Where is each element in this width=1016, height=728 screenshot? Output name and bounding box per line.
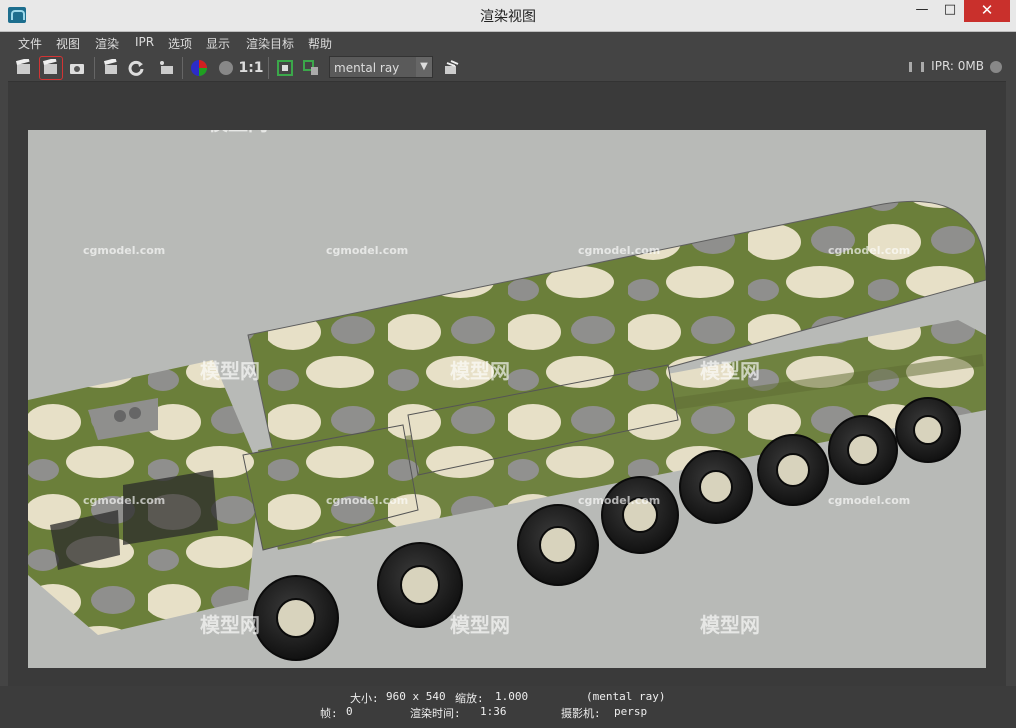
color-channels-icon[interactable] [188,57,210,79]
menu-file[interactable]: 文件 [18,35,42,52]
render-view-window: 渲染视图 — □ ✕ 文件 视图 渲染 IPR 选项 显示 渲染目标 帮助 1:… [0,0,1016,728]
menu-help[interactable]: 帮助 [308,35,332,52]
display-region-icon[interactable] [274,57,296,79]
menu-ipr[interactable]: IPR [135,35,154,49]
menu-render-target[interactable]: 渲染目标 [246,35,294,52]
ipr-memory-status: IPR: 0MB [909,59,1002,73]
renderer-select[interactable]: mental ray ▼ [329,56,433,78]
ipr-status-dot-icon [990,60,1002,73]
status-size-value: 960 x 540 [386,690,446,703]
menu-view[interactable]: 视图 [56,35,80,52]
camera-icon[interactable] [66,57,88,79]
toolbar-divider [94,57,95,79]
window-title: 渲染视图 [480,9,536,25]
alpha-channel-icon[interactable] [215,57,237,79]
watermark-site: cgmodel.com [326,244,408,257]
snapshot-icon[interactable] [39,56,63,80]
watermark-brand: 模型网 [700,613,760,637]
renderer-select-value: mental ray [334,61,400,75]
status-zoom-value: 1.000 [495,690,529,703]
settings-icon[interactable] [441,57,463,79]
menu-bar: 文件 视图 渲染 IPR 选项 显示 渲染目标 帮助 [8,32,1006,54]
watermark-site: cgmodel.com [828,494,910,507]
status-renderer: (mental ray) [586,690,666,703]
missile-launcher-render: 模型网 模型网 模型网 模型网 cgmodel.com cgmodel.com … [28,130,986,668]
menu-render[interactable]: 渲染 [95,35,119,52]
ipr-memory-text: IPR: 0MB [931,59,984,73]
watermark-site: cgmodel.com [828,244,910,257]
real-size-icon[interactable]: 1:1 [238,57,263,79]
status-frame-label: 帧: [320,707,338,720]
ipr-render-icon[interactable] [100,57,122,79]
menu-display[interactable]: 显示 [206,35,230,52]
watermark-site: cgmodel.com [83,494,165,507]
pause-icon[interactable] [909,61,925,72]
status-zoom-label: 缩放: [455,692,484,705]
render-viewport[interactable]: 模型网 模型网 模型网 模型网 cgmodel.com cgmodel.com … [8,82,1006,686]
watermark-brand: 模型网 [700,359,760,383]
status-camera-label: 摄影机: [561,707,601,720]
render-icon[interactable] [13,57,35,79]
watermark-site: cgmodel.com [326,494,408,507]
toolbar-divider [182,57,183,79]
watermark-brand: 模型网 [208,130,268,135]
title-bar: 渲染视图 — □ ✕ [0,0,1016,32]
watermark-brand: 模型网 [450,613,510,637]
watermark-site: cgmodel.com [578,494,660,507]
status-frame-value: 0 [346,705,353,718]
watermark-site: cgmodel.com [83,244,165,257]
status-size-label: 大小: [350,692,379,705]
status-time-value: 1:36 [480,705,507,718]
menu-options[interactable]: 选项 [168,35,192,52]
status-time-label: 渲染时间: [410,707,461,720]
minimize-button[interactable]: — [908,0,936,22]
toolbar-divider [268,57,269,79]
remove-image-icon[interactable] [300,57,322,79]
watermark-brand: 模型网 [200,359,260,383]
maximize-button[interactable]: □ [936,0,964,22]
keep-image-icon[interactable] [156,57,178,79]
watermark-brand: 模型网 [200,613,260,637]
render-toolbar: 1:1 mental ray ▼ IPR: 0MB [8,54,1006,82]
watermark-brand: 模型网 [450,359,510,383]
chevron-down-icon[interactable]: ▼ [416,57,432,77]
watermark-site: cgmodel.com [578,244,660,257]
close-button[interactable]: ✕ [964,0,1010,22]
render-status-bar: 大小: 960 x 540 缩放: 1.000 (mental ray) 帧: … [0,686,1016,728]
status-camera-value: persp [614,705,648,718]
rendered-image: 模型网 模型网 模型网 模型网 cgmodel.com cgmodel.com … [28,130,986,668]
refresh-icon[interactable] [125,57,147,79]
